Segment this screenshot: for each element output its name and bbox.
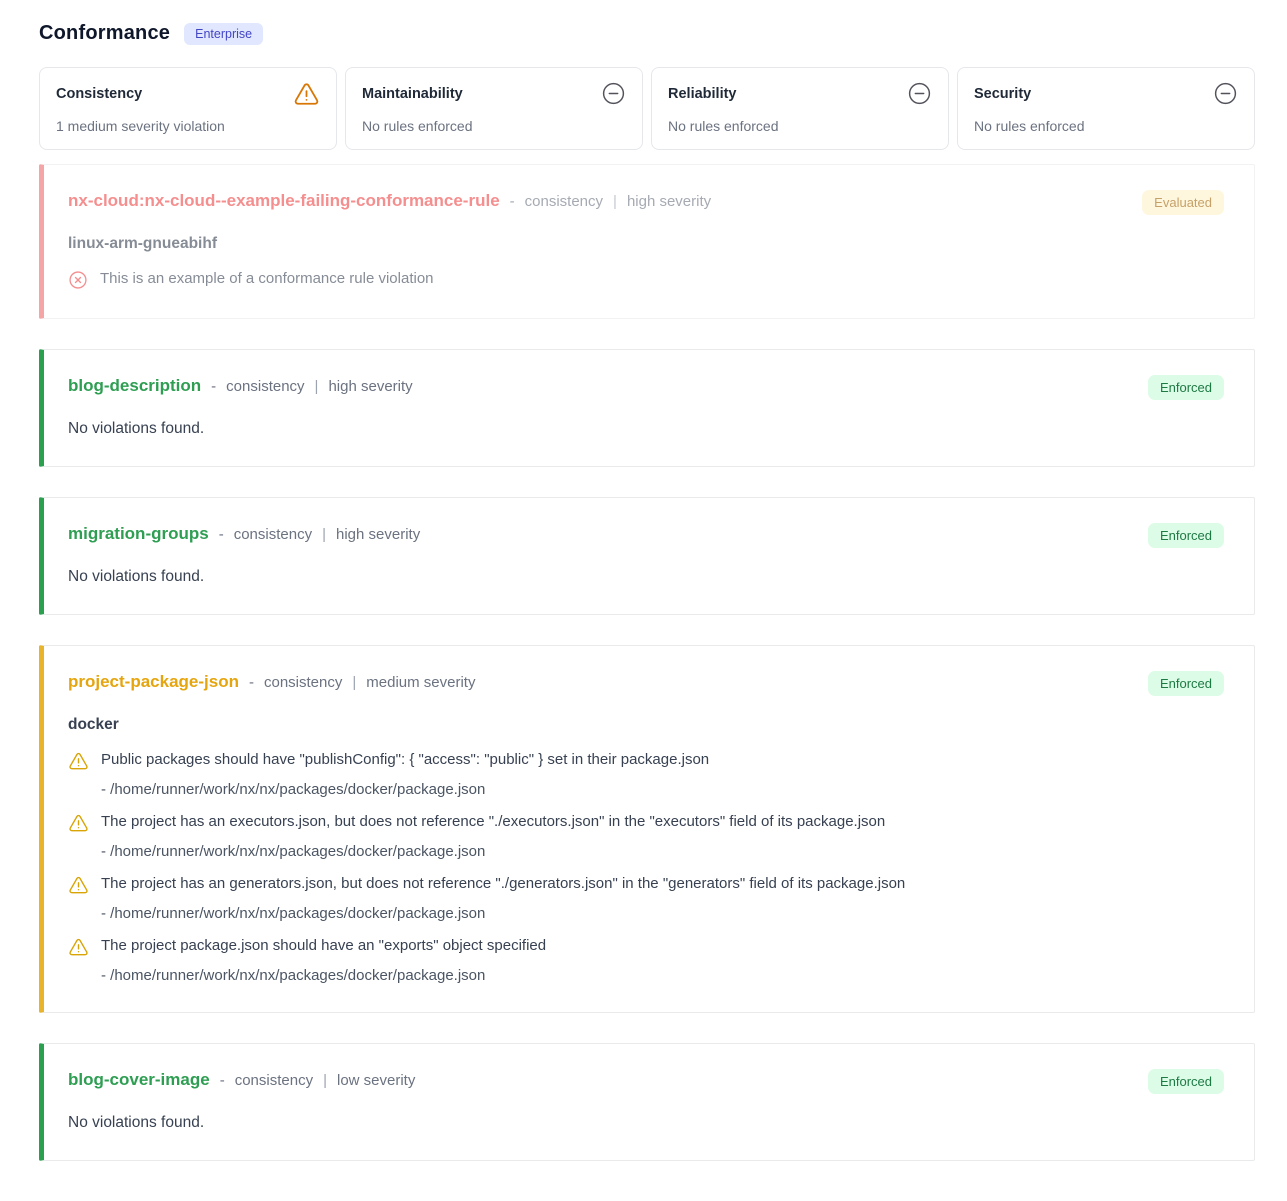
warning-triangle-icon [68, 937, 89, 958]
enforced-badge: Enforced [1148, 523, 1224, 548]
dash-separator: - [211, 378, 216, 395]
violation-path: - /home/runner/work/nx/nx/packages/docke… [101, 967, 1224, 984]
violation-item: The project package.json should have an … [68, 936, 1224, 984]
page-title: Conformance [39, 22, 170, 45]
violation-item: The project has an executors.json, but d… [68, 812, 1224, 860]
violation-item: The project has an generators.json, but … [68, 874, 1224, 922]
rule-severity: high severity [328, 378, 412, 395]
dash-separator: - [220, 1072, 225, 1089]
project-name: docker [68, 716, 1224, 734]
rule-name-link[interactable]: migration-groups [68, 524, 209, 544]
conformance-page: Conformance Enterprise Consistency 1 med… [0, 0, 1287, 1201]
no-violations-text: No violations found. [68, 1114, 1224, 1132]
warning-triangle-icon [68, 751, 89, 772]
rule-card-blog-cover-image: blog-cover-image - consistency | low sev… [39, 1043, 1255, 1161]
rule-card-blog-description: blog-description - consistency | high se… [39, 349, 1255, 467]
violation-path: - /home/runner/work/nx/nx/packages/docke… [101, 781, 1224, 798]
x-circle-icon [68, 270, 88, 290]
violation-message: The project has an executors.json, but d… [101, 812, 885, 832]
rule-category: consistency [226, 378, 304, 395]
page-header: Conformance Enterprise [39, 22, 1255, 45]
violation-path: - /home/runner/work/nx/nx/packages/docke… [101, 843, 1224, 860]
rule-severity: medium severity [366, 674, 475, 691]
rule-category: consistency [235, 1072, 313, 1089]
enforced-badge: Enforced [1148, 671, 1224, 696]
summary-card-title: Maintainability [362, 81, 463, 102]
summary-card-status: No rules enforced [362, 118, 626, 134]
rule-severity: high severity [627, 193, 711, 210]
summary-card-reliability: Reliability No rules enforced [651, 67, 949, 150]
pipe-separator: | [322, 526, 326, 543]
rule-name-link[interactable]: blog-cover-image [68, 1070, 210, 1090]
rule-category: consistency [234, 526, 312, 543]
summary-card-security: Security No rules enforced [957, 67, 1255, 150]
no-violations-text: No violations found. [68, 420, 1224, 438]
violation-message: The project package.json should have an … [101, 936, 546, 956]
summary-card-consistency: Consistency 1 medium severity violation [39, 67, 337, 150]
minus-circle-icon [601, 81, 626, 106]
warning-triangle-icon [68, 875, 89, 896]
summary-cards-row: Consistency 1 medium severity violation … [39, 67, 1255, 150]
warning-triangle-icon [293, 81, 320, 108]
minus-circle-icon [1213, 81, 1238, 106]
summary-card-maintainability: Maintainability No rules enforced [345, 67, 643, 150]
summary-card-title: Consistency [56, 81, 142, 102]
violation-item: Public packages should have "publishConf… [68, 750, 1224, 798]
rule-severity: low severity [337, 1072, 415, 1089]
pipe-separator: | [613, 193, 617, 210]
pipe-separator: | [323, 1072, 327, 1089]
rule-name-link[interactable]: nx-cloud:nx-cloud--example-failing-confo… [68, 191, 500, 211]
rule-card-migration-groups: migration-groups - consistency | high se… [39, 497, 1255, 615]
summary-card-status: No rules enforced [668, 118, 932, 134]
summary-card-title: Reliability [668, 81, 737, 102]
enforced-badge: Enforced [1148, 1069, 1224, 1094]
pipe-separator: | [315, 378, 319, 395]
minus-circle-icon [907, 81, 932, 106]
pipe-separator: | [352, 674, 356, 691]
dash-separator: - [510, 193, 515, 210]
violation-message: Public packages should have "publishConf… [101, 750, 709, 770]
violation-message: The project has an generators.json, but … [101, 874, 905, 894]
violation-path: - /home/runner/work/nx/nx/packages/docke… [101, 905, 1224, 922]
rule-severity: high severity [336, 526, 420, 543]
summary-card-status: 1 medium severity violation [56, 118, 320, 134]
evaluated-badge: Evaluated [1142, 190, 1224, 215]
violation-message: This is an example of a conformance rule… [100, 269, 434, 289]
warning-triangle-icon [68, 813, 89, 834]
dash-separator: - [249, 674, 254, 691]
rule-card-project-package-json: project-package-json - consistency | med… [39, 645, 1255, 1013]
summary-card-status: No rules enforced [974, 118, 1238, 134]
rule-category: consistency [264, 674, 342, 691]
no-violations-text: No violations found. [68, 568, 1224, 586]
rule-card-example-failing: nx-cloud:nx-cloud--example-failing-confo… [39, 164, 1255, 319]
summary-card-title: Security [974, 81, 1031, 102]
enterprise-badge: Enterprise [184, 23, 263, 45]
rule-name-link[interactable]: project-package-json [68, 672, 239, 692]
enforced-badge: Enforced [1148, 375, 1224, 400]
project-name: linux-arm-gnueabihf [68, 235, 1224, 253]
rule-category: consistency [525, 193, 603, 210]
dash-separator: - [219, 526, 224, 543]
rule-name-link[interactable]: blog-description [68, 376, 201, 396]
